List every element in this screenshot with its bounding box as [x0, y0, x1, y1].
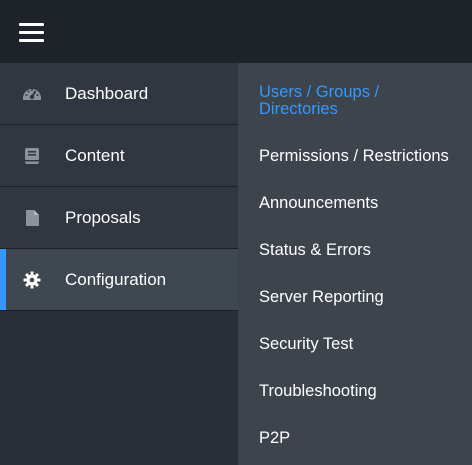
submenu-item-security-test[interactable]: Security Test [259, 336, 353, 353]
sidebar-item-label: Content [65, 145, 125, 165]
sidebar-item-content[interactable]: Content [0, 125, 238, 187]
dashboard-gauge-icon [22, 84, 42, 104]
gear-icon [22, 270, 42, 290]
submenu-item-server-reporting[interactable]: Server Reporting [259, 289, 384, 306]
sidebar-item-label: Proposals [65, 207, 141, 227]
sidebar-item-configuration[interactable]: Configuration [0, 249, 238, 311]
sidebar-nav: Dashboard Content Proposals Configuratio… [0, 63, 238, 465]
configuration-submenu: Users / Groups / Directories Permissions… [238, 63, 472, 465]
submenu-item-users-groups-directories[interactable]: Users / Groups / Directories [259, 84, 459, 118]
sidebar-item-proposals[interactable]: Proposals [0, 187, 238, 249]
submenu-item-troubleshooting[interactable]: Troubleshooting [259, 383, 377, 400]
hamburger-line [19, 31, 44, 34]
submenu-item-p2p[interactable]: P2P [259, 430, 290, 447]
sidebar-item-label: Configuration [65, 269, 167, 289]
submenu-item-permissions-restrictions[interactable]: Permissions / Restrictions [259, 148, 449, 165]
sidebar-item-dashboard[interactable]: Dashboard [0, 63, 238, 125]
sidebar-item-label: Dashboard [65, 83, 149, 103]
hamburger-line [19, 23, 44, 26]
submenu-item-status-errors[interactable]: Status & Errors [259, 242, 371, 259]
submenu-item-announcements[interactable]: Announcements [259, 195, 378, 212]
hamburger-menu-icon[interactable] [19, 23, 44, 43]
document-icon [22, 208, 42, 228]
top-bar [0, 0, 472, 63]
book-icon [22, 146, 42, 166]
hamburger-line [19, 39, 44, 42]
